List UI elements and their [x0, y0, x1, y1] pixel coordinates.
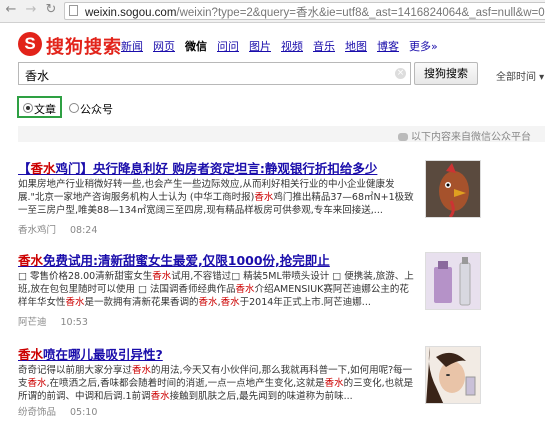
result-title[interactable]: 【香水鸡门】央行降息利好 购房者资定坦言:静观银行折扣给多少	[18, 158, 377, 177]
wechat-bubble-icon	[398, 133, 408, 141]
channel-images[interactable]: 图片	[249, 38, 271, 54]
back-arrow-icon[interactable]: ←	[4, 3, 18, 17]
channel-map[interactable]: 地图	[345, 38, 367, 54]
result-author[interactable]: 香水鸡门	[18, 225, 56, 236]
search-query-text: 香水	[25, 69, 50, 83]
source-note: 以下内容来自微信公众平台	[398, 128, 531, 143]
result-item: 香水喷在哪儿最吸引异性? 奇奇记得以前朋大家分享过香水的用法,今天又有小伙伴问,…	[18, 344, 545, 424]
result-snippet: 奇奇记得以前朋大家分享过香水的用法,今天又有小伙伴问,那么我就再科普一下,如何用…	[18, 365, 414, 402]
account-radio[interactable]	[69, 103, 79, 113]
address-bar[interactable]: weixin.sogou.com/weixin?type=2&query=香水&…	[64, 2, 545, 20]
result-thumbnail[interactable]	[425, 252, 481, 310]
channel-video[interactable]: 视频	[281, 38, 303, 54]
channel-more[interactable]: 更多»	[409, 38, 438, 54]
page-icon	[69, 5, 78, 16]
result-thumbnail[interactable]	[425, 160, 481, 218]
search-button[interactable]: 搜狗搜索	[414, 62, 478, 85]
url-text: weixin.sogou.com/weixin?type=2&query=香水&…	[85, 7, 545, 19]
sogou-logo-icon: S	[18, 32, 42, 56]
result-title[interactable]: 香水免费试用:清新甜蜜女生最爱,仅限1000份,抢完即止	[18, 250, 330, 269]
result-item: 香水免费试用:清新甜蜜女生最爱,仅限1000份,抢完即止 □ 零售价格28.00…	[18, 250, 545, 330]
article-radio-label[interactable]: 文章	[34, 101, 56, 117]
result-meta: 纷奇饰品 05:10	[18, 404, 111, 418]
result-time: 08:24	[70, 225, 98, 236]
source-bar: 以下内容来自微信公众平台	[18, 126, 545, 143]
reload-icon[interactable]: ↻	[44, 3, 58, 17]
search-input[interactable]: 香水 ×	[18, 62, 411, 85]
result-author[interactable]: 纷奇饰品	[18, 407, 56, 418]
channel-wenwen[interactable]: 问问	[217, 38, 239, 54]
article-radio[interactable]	[23, 103, 33, 113]
account-radio-label[interactable]: 公众号	[80, 101, 113, 117]
time-filter-dropdown[interactable]: 全部时间 ▾	[496, 68, 544, 83]
channel-blog[interactable]: 博客	[377, 38, 399, 54]
result-snippet: □ 零售价格28.00清新甜蜜女生香水试用,不容错过□ 精装5ML带喷头设计 □…	[18, 271, 414, 308]
result-meta: 阿芒迪 10:53	[18, 314, 102, 328]
channel-news[interactable]: 新闻	[121, 38, 143, 54]
result-title[interactable]: 香水喷在哪儿最吸引异性?	[18, 344, 163, 363]
forward-arrow-icon[interactable]: →	[24, 3, 38, 17]
sogou-logo-text: 搜狗搜索	[46, 37, 122, 58]
result-author[interactable]: 阿芒迪	[18, 317, 47, 328]
clear-icon[interactable]: ×	[395, 68, 406, 79]
result-snippet: 如果房地产行业稍微好转一些,也会产生一些边际效应,从而利好相关行业的中小企业健康…	[18, 179, 414, 216]
result-time: 10:53	[60, 317, 88, 328]
result-thumbnail[interactable]	[425, 346, 481, 404]
result-time: 05:10	[70, 407, 98, 418]
result-item: 【香水鸡门】央行降息利好 购房者资定坦言:静观银行折扣给多少 如果房地产行业稍微…	[18, 158, 545, 238]
channel-weixin[interactable]: 微信	[185, 38, 207, 54]
result-meta: 香水鸡门 08:24	[18, 222, 111, 236]
channel-nav: 新闻 网页 微信 问问 图片 视频 音乐 地图 博客 更多»	[121, 38, 448, 54]
channel-web[interactable]: 网页	[153, 38, 175, 54]
channel-music[interactable]: 音乐	[313, 38, 335, 54]
browser-toolbar: ← → ↻ weixin.sogou.com/weixin?type=2&que…	[0, 0, 545, 23]
